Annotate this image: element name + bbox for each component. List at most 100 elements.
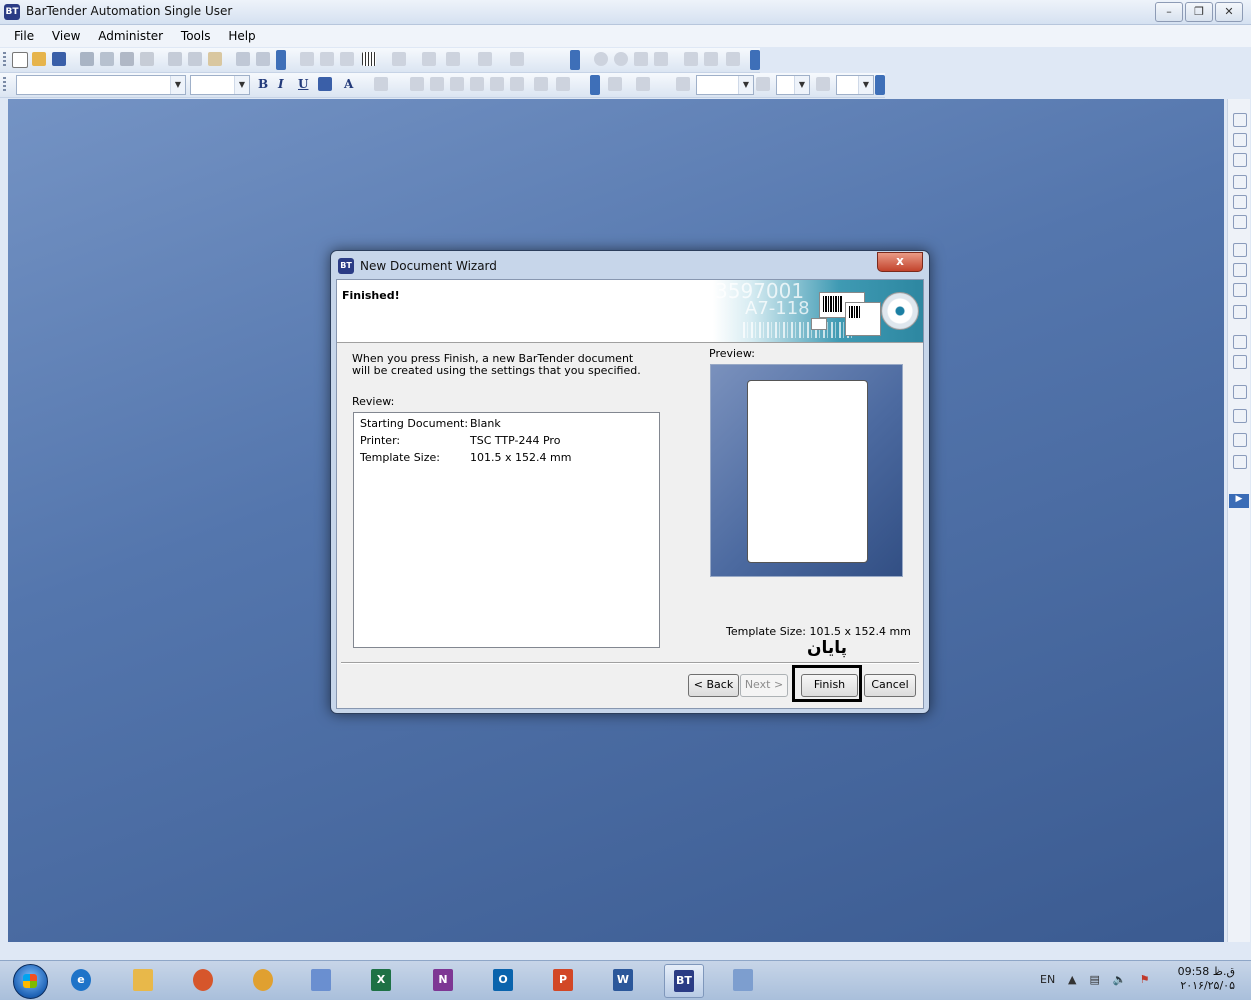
menu-file[interactable]: File [14, 29, 34, 43]
printer-setup-icon[interactable] [120, 52, 134, 66]
line-tool-icon[interactable] [422, 52, 436, 66]
undo-icon[interactable] [236, 52, 250, 66]
cut-icon[interactable] [168, 52, 182, 66]
chevron-down-icon[interactable]: ▼ [234, 76, 249, 94]
language-indicator[interactable]: EN [1040, 973, 1055, 986]
rfid-tool-icon[interactable] [510, 52, 524, 66]
toolbar-overflow-icon[interactable] [750, 50, 760, 70]
clock[interactable]: 09:58 ق.ظ ۲۰۱۶/۲۵/۰۵ [1175, 965, 1235, 993]
align-icon[interactable] [684, 52, 698, 66]
taskbar-app-chrome[interactable] [244, 964, 282, 996]
taskbar-app-bartender[interactable]: BT [664, 964, 704, 998]
review-list[interactable]: Starting Document: Blank Printer: TSC TTP-… [353, 412, 660, 648]
border-icon[interactable] [816, 77, 830, 91]
align-center-icon[interactable] [450, 77, 464, 91]
border-combo[interactable]: ▼ [836, 75, 874, 95]
space-vertical-icon[interactable] [1233, 355, 1247, 369]
page-setup-icon[interactable] [140, 52, 154, 66]
dialog-titlebar[interactable]: BT New Document Wizard x [331, 251, 929, 279]
print-icon[interactable] [80, 52, 94, 66]
taskbar-app-powerpoint[interactable]: P [544, 964, 582, 996]
menu-view[interactable]: View [52, 29, 80, 43]
select-tool-icon[interactable] [300, 52, 314, 66]
taskbar-app-paint-brush[interactable] [724, 964, 762, 996]
font-color-icon[interactable]: A [344, 77, 353, 91]
italic-icon[interactable]: I [278, 77, 284, 91]
taskbar-app-onenote[interactable]: N [424, 964, 462, 996]
menu-tools[interactable]: Tools [181, 29, 211, 43]
font-size-combo[interactable]: ▼ [190, 75, 250, 95]
copy-icon[interactable] [188, 52, 202, 66]
chevron-down-icon[interactable]: ▼ [738, 76, 753, 94]
cancel-button[interactable]: Cancel [864, 674, 916, 697]
justify-icon[interactable] [490, 77, 504, 91]
dash-style-icon[interactable] [756, 77, 770, 91]
line-style-icon[interactable] [410, 77, 424, 91]
center-page-icon[interactable] [1233, 305, 1247, 319]
align-right-icon[interactable] [1233, 215, 1247, 229]
zoom-page-icon[interactable] [654, 52, 668, 66]
next-button[interactable]: Next > [740, 674, 788, 697]
zoom-fit-icon[interactable] [634, 52, 648, 66]
zoom-out-icon[interactable] [614, 52, 628, 66]
toolbar-overflow-icon[interactable]: ▶ [1229, 494, 1249, 508]
dialog-close-button[interactable]: x [877, 252, 923, 272]
taskbar-app-word[interactable]: W [604, 964, 642, 996]
volume-icon[interactable]: 🔈 [1113, 973, 1127, 986]
spacing-icon[interactable] [556, 77, 570, 91]
taskbar-app-ie[interactable]: e [62, 964, 100, 996]
rotate-90-icon[interactable] [1233, 385, 1247, 399]
space-horizontal-icon[interactable] [1233, 335, 1247, 349]
toolbar-grip[interactable] [3, 77, 6, 93]
word-wrap-icon[interactable] [318, 77, 332, 91]
align-middle-icon[interactable] [1233, 133, 1247, 147]
text-cursor-icon[interactable] [340, 52, 354, 66]
align-bottom-icon[interactable] [1233, 153, 1247, 167]
toolbar-overflow-icon[interactable] [276, 50, 286, 70]
grid-icon[interactable] [726, 52, 740, 66]
align-left-icon[interactable] [430, 77, 444, 91]
save-icon[interactable] [52, 52, 66, 66]
new-document-icon[interactable] [12, 52, 28, 68]
shape-tool-icon[interactable] [446, 52, 460, 66]
taskbar-app-media[interactable] [184, 964, 222, 996]
menu-administer[interactable]: Administer [98, 29, 163, 43]
finish-button[interactable]: Finish [801, 674, 858, 697]
taskbar-app-explorer[interactable] [124, 964, 162, 996]
fill-color-icon[interactable] [636, 77, 650, 91]
align-top-icon[interactable] [1233, 113, 1247, 127]
taskbar-app-excel[interactable]: X [362, 964, 400, 996]
line-weight-combo[interactable]: ▼ [696, 75, 754, 95]
barcode-tool-icon[interactable] [362, 52, 376, 66]
line-weight-icon[interactable] [676, 77, 690, 91]
rotate-180-icon[interactable] [1233, 409, 1247, 423]
same-size-icon[interactable] [1233, 283, 1247, 297]
toolbar-overflow-icon[interactable] [570, 50, 580, 70]
align-right-icon[interactable] [470, 77, 484, 91]
action-center-flag-icon[interactable]: ⚑ [1140, 973, 1150, 986]
taskbar-app-paint[interactable] [302, 964, 340, 996]
redo-icon[interactable] [256, 52, 270, 66]
picture-tool-icon[interactable] [478, 52, 492, 66]
toolbar-grip[interactable] [3, 52, 6, 68]
paste-icon[interactable] [208, 52, 222, 66]
align-center-icon[interactable] [1233, 195, 1247, 209]
paragraph-icon[interactable] [510, 77, 524, 91]
taskbar-app-outlook[interactable]: O [484, 964, 522, 996]
distribute-icon[interactable] [704, 52, 718, 66]
align-left-icon[interactable] [1233, 175, 1247, 189]
toolbar-overflow-icon[interactable] [590, 75, 600, 95]
toolbar-overflow-icon[interactable] [875, 75, 885, 95]
text-tool-icon[interactable] [392, 52, 406, 66]
same-width-icon[interactable] [1233, 243, 1247, 257]
rotate-270-icon[interactable] [1233, 433, 1247, 447]
underline-icon[interactable]: U [298, 77, 308, 91]
show-hidden-icons-icon[interactable]: ▲ [1068, 973, 1076, 986]
line-color-icon[interactable] [608, 77, 622, 91]
rotate-0-icon[interactable] [1233, 455, 1247, 469]
print-preview-icon[interactable] [100, 52, 114, 66]
chevron-down-icon[interactable]: ▼ [170, 76, 185, 94]
minimize-button[interactable]: – [1155, 2, 1183, 22]
start-button[interactable] [13, 964, 48, 999]
font-name-combo[interactable]: ▼ [16, 75, 186, 95]
